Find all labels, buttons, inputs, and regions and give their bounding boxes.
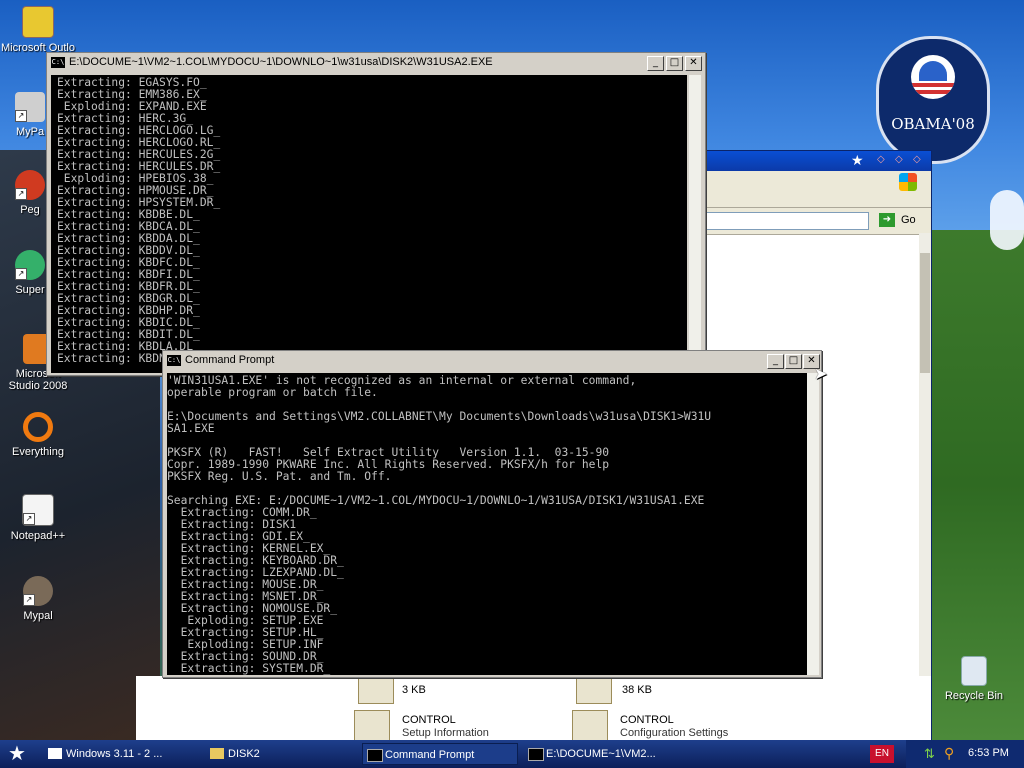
taskbar-item-label: Windows 3.11 - 2 ...: [66, 748, 163, 760]
taskbar-item-label: E:\DOCUME~1\VM2...: [546, 748, 656, 760]
outlook-icon: [22, 6, 54, 38]
console-line: E:\Documents and Settings\VM2.COLLABNET\…: [167, 410, 712, 423]
notepad-icon: ↗: [22, 494, 54, 526]
shortcut-arrow-icon: ↗: [23, 594, 35, 606]
minimize-button[interactable]: _: [767, 354, 784, 369]
shortcut-arrow-icon: ↗: [15, 110, 27, 122]
console-title: Command Prompt: [185, 354, 275, 366]
console-line: PKSFX Reg. U.S. Pat. and Tm. Off.: [167, 470, 392, 483]
console-line: SA1.EXE: [167, 422, 215, 435]
file-desc: Setup Information: [402, 727, 489, 739]
peg-icon: ↗: [15, 170, 45, 200]
maximize-icon[interactable]: ◇: [895, 154, 903, 165]
close-icon[interactable]: ◇: [913, 154, 921, 165]
console-output[interactable]: 'WIN31USA1.EXE' is not recognized as an …: [167, 373, 807, 675]
language-indicator[interactable]: EN: [870, 745, 894, 763]
clock[interactable]: 6:53 PM: [968, 747, 1009, 759]
shortcut-arrow-icon: ↗: [23, 513, 35, 525]
file-size: 38 KB: [622, 684, 652, 696]
obama-logo-text: OBAMA'08: [891, 115, 975, 133]
desktop-icon-recycle-bin[interactable]: Recycle Bin: [936, 656, 1012, 702]
mypal-icon: ↗: [23, 576, 53, 606]
scrollbar-thumb[interactable]: [920, 253, 930, 373]
console-line: Extracting: SYSTEM.DR_: [167, 662, 331, 675]
taskbar-item-label: DISK2: [228, 748, 260, 760]
file-name: CONTROL: [402, 714, 456, 726]
file-desc: Configuration Settings: [620, 727, 729, 739]
taskbar-item-label: Command Prompt: [385, 749, 475, 761]
taskbar-item-disk2[interactable]: DISK2: [206, 743, 356, 765]
shortcut-arrow-icon: ↗: [15, 188, 27, 200]
file-size: 3 KB: [402, 684, 426, 696]
console-titlebar[interactable]: C:\ Command Prompt _ □ ✕: [163, 351, 821, 371]
start-button[interactable]: ★: [0, 740, 34, 768]
super-icon: ↗: [15, 250, 45, 280]
console-titlebar[interactable]: C:\ E:\DOCUME~1\VM2~1.COL\MYDOCU~1\DOWNL…: [47, 53, 705, 73]
network-icon[interactable]: ⇅: [924, 746, 935, 762]
star-icon: ★: [851, 152, 864, 168]
desktop-icon-outlook[interactable]: Microsoft Outlo: [0, 6, 76, 54]
go-arrow-icon[interactable]: ➜: [879, 213, 895, 227]
console-scrollbar[interactable]: [807, 373, 819, 675]
window-icon: [48, 748, 62, 759]
recycle-bin-icon: [961, 656, 987, 686]
console-title: E:\DOCUME~1\VM2~1.COL\MYDOCU~1\DOWNLO~1\…: [69, 56, 493, 68]
console-output[interactable]: Extracting: EGASYS.FO_ Extracting: EMM386…: [51, 75, 687, 373]
go-button[interactable]: Go: [901, 214, 916, 226]
explorer-file-list: 3 KB 38 KB CONTROL Setup Information CON…: [136, 672, 931, 742]
console-window-command-prompt[interactable]: C:\ Command Prompt _ □ ✕ 'WIN31USA1.EXE'…: [162, 350, 822, 678]
maximize-button[interactable]: □: [666, 56, 683, 71]
console-icon: [367, 749, 383, 762]
file-name: CONTROL: [620, 714, 674, 726]
console-window-disk2[interactable]: C:\ E:\DOCUME~1\VM2~1.COL\MYDOCU~1\DOWNL…: [46, 52, 706, 376]
everything-icon: [23, 412, 53, 442]
obama-logo-badge: OBAMA'08: [876, 36, 990, 164]
taskbar-item-windows[interactable]: Windows 3.11 - 2 ...: [44, 743, 200, 765]
configuration-settings-icon: [572, 710, 608, 742]
mouse-cursor-icon: ➤: [814, 366, 828, 383]
taskbar-item-console-disk2[interactable]: E:\DOCUME~1\VM2...: [524, 743, 680, 765]
console-icon: C:\: [51, 57, 65, 68]
desktop-icon-everything[interactable]: Everything: [0, 412, 76, 458]
close-button[interactable]: ✕: [685, 56, 702, 71]
desktop-icon-label: Recycle Bin: [944, 690, 1004, 702]
taskbar: ★ Windows 3.11 - 2 ... DISK2 Command Pro…: [0, 740, 1024, 768]
maximize-button[interactable]: □: [785, 354, 802, 369]
console-icon: [528, 748, 544, 761]
minimize-button[interactable]: _: [647, 56, 664, 71]
console-line: operable program or batch file.: [167, 386, 378, 399]
desktop-icon-mypal[interactable]: ↗ Mypal: [0, 576, 76, 622]
search-icon[interactable]: ⚲: [944, 745, 954, 762]
windows-logo-icon: [899, 173, 917, 191]
shortcut-arrow-icon: ↗: [15, 268, 27, 280]
folder-icon: [210, 748, 224, 759]
wallpaper-cloud: [990, 190, 1024, 250]
setup-information-icon: [354, 710, 390, 742]
obama-logo-icon: [911, 55, 955, 99]
desktop-icon-notepadpp[interactable]: ↗ Notepad++: [0, 494, 76, 542]
desktop-icon-label: Notepad++: [10, 530, 66, 542]
restore-icon[interactable]: ◇: [877, 154, 885, 165]
console-icon: C:\: [167, 355, 181, 366]
console-scrollbar[interactable]: [689, 75, 701, 373]
browser-scrollbar[interactable]: [919, 233, 931, 741]
desktop-icon-label: Everything: [12, 446, 64, 458]
desktop-icon-label: Mypal: [23, 610, 53, 622]
taskbar-item-command-prompt[interactable]: Command Prompt: [362, 743, 518, 765]
mypa-icon: ↗: [15, 92, 45, 122]
